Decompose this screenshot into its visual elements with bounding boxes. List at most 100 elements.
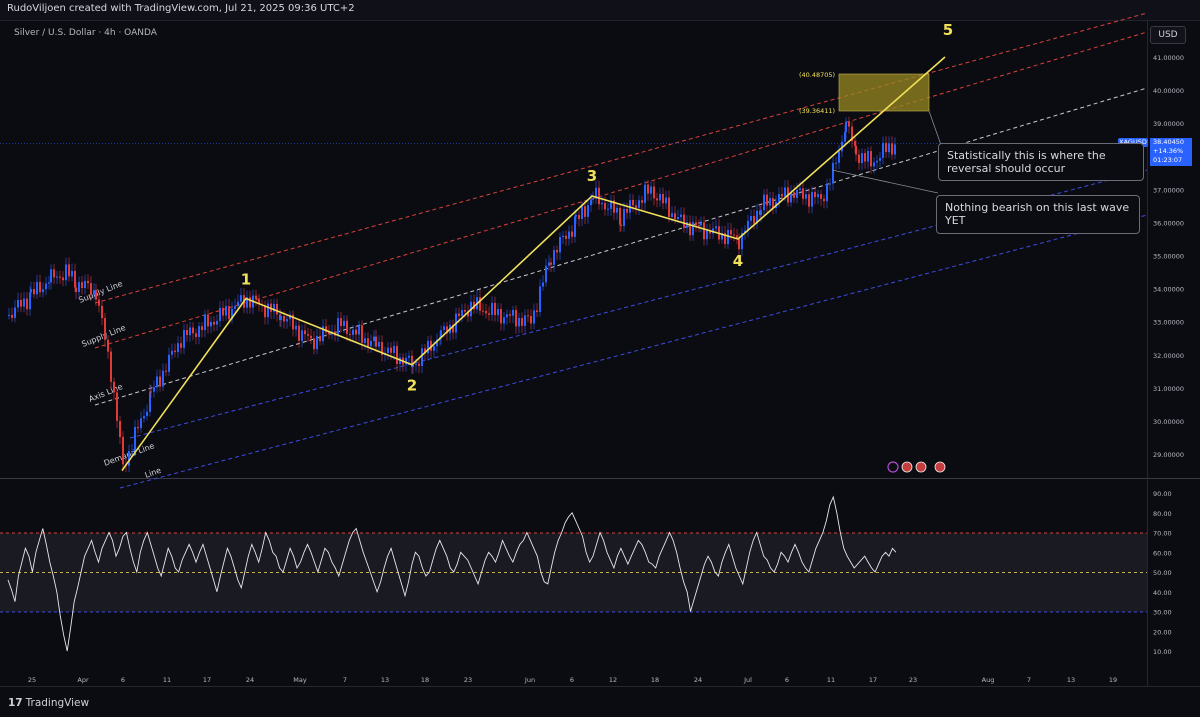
event-flash-icon[interactable] xyxy=(887,461,899,473)
candle-body xyxy=(873,162,875,167)
candle-body xyxy=(604,202,606,210)
time-tick-label: 17 xyxy=(203,676,211,684)
time-tick-label: 6 xyxy=(570,676,574,684)
candle-body xyxy=(888,143,890,153)
price-tick-label: 31.00000 xyxy=(1153,385,1184,393)
bearish-callout[interactable]: Nothing bearish on this last wave YET xyxy=(936,195,1140,234)
candle-body xyxy=(225,306,227,316)
price-axis[interactable]: 29.00000 30.00000 31.00000 32.00000 33.00000… xyxy=(1153,54,1184,459)
candle-body xyxy=(237,301,239,307)
candle-body xyxy=(307,334,309,336)
candle-body xyxy=(542,282,544,287)
candle-body xyxy=(644,184,646,203)
candle-body xyxy=(36,281,38,295)
time-tick-label: 19 xyxy=(1109,676,1117,684)
candle-body xyxy=(503,317,505,324)
candle-body xyxy=(153,387,155,392)
lower-channel-line[interactable] xyxy=(119,214,1148,489)
us-flag-icon[interactable] xyxy=(934,461,946,473)
candle-body xyxy=(421,348,423,366)
candle-body xyxy=(195,333,197,337)
candle-body xyxy=(539,286,541,312)
rsi-tick-label: 10.00 xyxy=(1153,648,1172,656)
reversal-callout-text: Statistically this is where the reversal… xyxy=(947,149,1106,175)
candle-body xyxy=(781,194,783,197)
tradingview-chart-frame: RudoViljoen created with TradingView.com… xyxy=(0,0,1200,717)
candle-body xyxy=(632,200,634,206)
rsi-tick-label: 80.00 xyxy=(1153,510,1172,518)
channel-line-label: Line xyxy=(144,466,163,480)
candle-body xyxy=(826,183,828,202)
callout-pointer-bearish xyxy=(831,169,939,194)
candle-body xyxy=(464,310,466,312)
candle-body xyxy=(95,290,97,300)
candle-body xyxy=(267,303,269,318)
rsi-axis[interactable]: 10.00 20.00 30.00 40.00 50.00 60.00 70.00 80.00… xyxy=(1153,490,1172,656)
target-zone-low-label: (39.36411) xyxy=(799,107,835,115)
candle-body xyxy=(433,346,435,351)
candle-body xyxy=(23,298,25,307)
candle-body xyxy=(829,183,831,185)
tradingview-logo[interactable]: 17 TradingView xyxy=(8,697,89,709)
us-flag-icon[interactable] xyxy=(915,461,927,473)
candle-body xyxy=(680,214,682,218)
time-tick-label: Aug xyxy=(982,676,995,684)
candle-body xyxy=(204,314,206,330)
candle-body xyxy=(763,194,765,211)
candle-body xyxy=(488,313,490,315)
reversal-callout[interactable]: Statistically this is where the reversal… xyxy=(938,143,1144,181)
candle-body xyxy=(408,355,410,358)
rsi-tick-label: 30.00 xyxy=(1153,609,1172,617)
candle-body xyxy=(30,289,32,293)
bearish-callout-text: Nothing bearish on this last wave YET xyxy=(945,201,1130,227)
time-tick-label: 23 xyxy=(909,676,917,684)
candle-body xyxy=(838,151,840,163)
candle-body xyxy=(823,198,825,202)
time-tick-label: Jul xyxy=(743,676,752,684)
bar-countdown: 01:23:07 xyxy=(1153,156,1183,164)
candle-body xyxy=(56,276,58,278)
candle-body xyxy=(870,151,872,167)
candle-body xyxy=(298,325,300,341)
candle-body xyxy=(620,224,622,226)
candle-body xyxy=(533,310,535,324)
candle-body xyxy=(42,289,44,293)
event-icons[interactable] xyxy=(887,461,946,473)
price-change: +14.36% xyxy=(1153,147,1184,155)
candle-body xyxy=(50,269,52,283)
candle-body xyxy=(110,351,112,382)
time-tick-label: 7 xyxy=(1027,676,1031,684)
time-tick-label: 23 xyxy=(464,676,472,684)
candle-body xyxy=(207,314,209,327)
candle-body xyxy=(349,333,351,335)
axis-line[interactable] xyxy=(94,87,1148,406)
candle-body xyxy=(607,208,609,210)
target-zone-box[interactable] xyxy=(838,73,930,112)
channel-labels: Supply LineSupply LineAxis LineDemand Li… xyxy=(77,279,162,480)
rsi-tick-label: 90.00 xyxy=(1153,490,1172,498)
candle-body xyxy=(186,330,188,336)
candle-body xyxy=(521,318,523,326)
candle-body xyxy=(458,313,460,317)
candle-body xyxy=(650,186,652,194)
candle-body xyxy=(48,282,50,284)
candle-body xyxy=(879,157,881,161)
candle-body xyxy=(361,325,363,343)
candle-body xyxy=(59,276,61,278)
time-tick-label: 25 xyxy=(28,676,36,684)
candle-body xyxy=(692,222,694,236)
candle-body xyxy=(234,306,236,309)
candle-body xyxy=(375,336,377,347)
candle-body xyxy=(848,121,850,127)
candle-body xyxy=(832,162,834,184)
candle-body xyxy=(659,194,661,201)
time-axis[interactable]: 25 Apr 6 11 17 24 May 7 13 18 23 Jun 6 12 18 24 Jul 6 11 17… xyxy=(28,676,1117,684)
candle-body xyxy=(393,345,395,353)
price-chart[interactable]: Supply LineSupply LineAxis LineDemand Li… xyxy=(0,0,1200,692)
candle-body xyxy=(255,295,257,300)
candle-body xyxy=(415,363,417,365)
candle-body xyxy=(677,217,679,220)
us-flag-icon[interactable] xyxy=(901,461,913,473)
wave-count-line[interactable] xyxy=(121,56,946,471)
time-tick-label: Apr xyxy=(77,676,89,684)
